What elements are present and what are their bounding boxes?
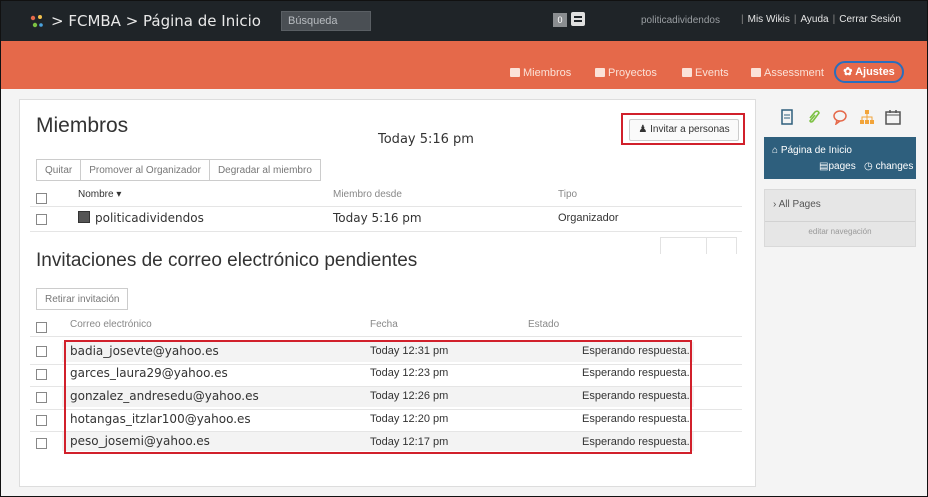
member-name[interactable]: politicadividendos [95, 211, 204, 225]
divider [30, 231, 742, 232]
nav-settings-label: Ajustes [855, 66, 895, 78]
comment-icon[interactable] [832, 109, 848, 125]
nav-label: Events [695, 67, 729, 79]
invite-label: Invitar a personas [650, 124, 730, 135]
nav-projects[interactable]: Proyectos [595, 67, 657, 79]
home-icon: ⌂ [772, 145, 781, 156]
invitation-row-checkbox[interactable] [36, 438, 47, 449]
search-input[interactable]: Búsqueda [281, 11, 371, 31]
table-row: politicadividendos [78, 211, 204, 225]
nav-label: Miembros [523, 67, 572, 79]
top-bar: > FCMBA > Página de Inicio Búsqueda 0 po… [1, 1, 927, 41]
nav-events[interactable]: Events [682, 67, 729, 79]
separator: | [832, 14, 836, 25]
member-since: Today 5:16 pm [333, 211, 422, 225]
select-all-invitations-checkbox[interactable] [36, 322, 47, 333]
invite-people-button[interactable]: ♟ Invitar a personas [629, 119, 739, 141]
sitemap-icon [595, 68, 605, 77]
column-header-name[interactable]: Nombre ▾ [78, 189, 121, 200]
column-header-type: Tipo [558, 189, 578, 200]
chart-icon [751, 68, 761, 77]
invitations-title: Invitaciones de correo electrónico pendi… [36, 250, 418, 271]
pagination[interactable] [660, 237, 737, 254]
changes-link[interactable]: ◷ changes [864, 161, 913, 172]
avatar [78, 211, 90, 223]
separator: | [741, 14, 744, 25]
invite-highlight: ♟ Invitar a personas [621, 113, 745, 145]
all-pages-label: All Pages [778, 199, 821, 210]
page-icon[interactable] [779, 109, 795, 125]
divider [765, 221, 915, 222]
pages-link[interactable]: ▤pages [819, 161, 856, 172]
sidebar-home-label: Página de Inicio [780, 145, 852, 156]
calendar-icon[interactable] [885, 109, 901, 125]
user-icon: ♟ [638, 124, 651, 135]
sidebar-navigation: › All Pages editar navegación [764, 189, 916, 247]
edit-navigation-link[interactable]: editar navegación [765, 227, 915, 236]
messages-icon[interactable] [571, 12, 585, 26]
my-wikis-link[interactable]: Mis Wikis [748, 14, 790, 25]
invitation-row-checkbox[interactable] [36, 346, 47, 357]
sidebar-home-actions: ▤pages ◷ changes [819, 161, 913, 172]
top-links: | Mis Wikis | Ayuda | Cerrar Sesión [737, 14, 901, 25]
clock-icon: ◷ [864, 161, 876, 172]
sidebar-home-card: ⌂ Página de Inicio ▤pages ◷ changes [764, 137, 916, 179]
paperclip-icon[interactable] [806, 109, 822, 125]
members-title: Miembros [36, 114, 129, 137]
member-row-checkbox[interactable] [36, 214, 47, 225]
pending-invitations-highlight [64, 340, 692, 454]
sidebar-home-link[interactable]: ⌂ Página de Inicio [772, 145, 852, 156]
notification-count-badge[interactable]: 0 [553, 13, 567, 27]
wiki-logo-icon[interactable] [29, 14, 45, 30]
column-header-status: Estado [528, 319, 560, 330]
nav-members[interactable]: Miembros [510, 67, 571, 79]
invitation-row-checkbox[interactable] [36, 392, 47, 403]
username-link[interactable]: politicadividendos [641, 15, 720, 26]
sidebar-toolbar [779, 109, 919, 129]
changes-label: changes [875, 161, 914, 172]
help-link[interactable]: Ayuda [800, 14, 828, 25]
withdraw-invitation-button[interactable]: Retirar invitación [36, 288, 129, 310]
nav-settings-button[interactable]: ✿ Ajustes [834, 61, 904, 83]
member-actions: Quitar Promover al Organizador Degradar … [36, 159, 321, 181]
members-panel: Miembros Today 5:16 pm ♟ Invitar a perso… [19, 99, 756, 487]
pages-label: pages [828, 161, 856, 172]
main-nav: Miembros Proyectos Events Assessment ✿ A… [1, 41, 927, 89]
column-header-date: Fecha [370, 319, 398, 330]
remove-button[interactable]: Quitar [36, 159, 82, 181]
promote-button[interactable]: Promover al Organizador [80, 159, 210, 181]
divider [30, 336, 742, 337]
app-window: > FCMBA > Página de Inicio Búsqueda 0 po… [0, 0, 928, 497]
nav-assessment[interactable]: Assessment [751, 67, 824, 79]
nav-label: Proyectos [608, 67, 657, 79]
users-icon [510, 68, 520, 77]
invitation-row-checkbox[interactable] [36, 369, 47, 380]
invitation-row-checkbox[interactable] [36, 415, 47, 426]
members-timestamp: Today 5:16 pm [378, 132, 474, 147]
member-type: Organizador [558, 212, 619, 224]
column-header-email: Correo electrónico [70, 319, 152, 330]
logout-link[interactable]: Cerrar Sesión [839, 14, 901, 25]
demote-button[interactable]: Degradar al miembro [208, 159, 321, 181]
column-header-since: Miembro desde [333, 189, 402, 200]
gear-icon: ✿ [843, 66, 856, 78]
breadcrumb[interactable]: > FCMBA > Página de Inicio [51, 12, 261, 30]
select-all-members-checkbox[interactable] [36, 193, 47, 204]
sitemap-icon[interactable] [859, 109, 875, 125]
divider [30, 206, 742, 207]
calendar-icon [682, 68, 692, 77]
separator: | [793, 14, 797, 25]
nav-label: Assessment [764, 67, 824, 79]
all-pages-link[interactable]: › All Pages [773, 199, 821, 210]
